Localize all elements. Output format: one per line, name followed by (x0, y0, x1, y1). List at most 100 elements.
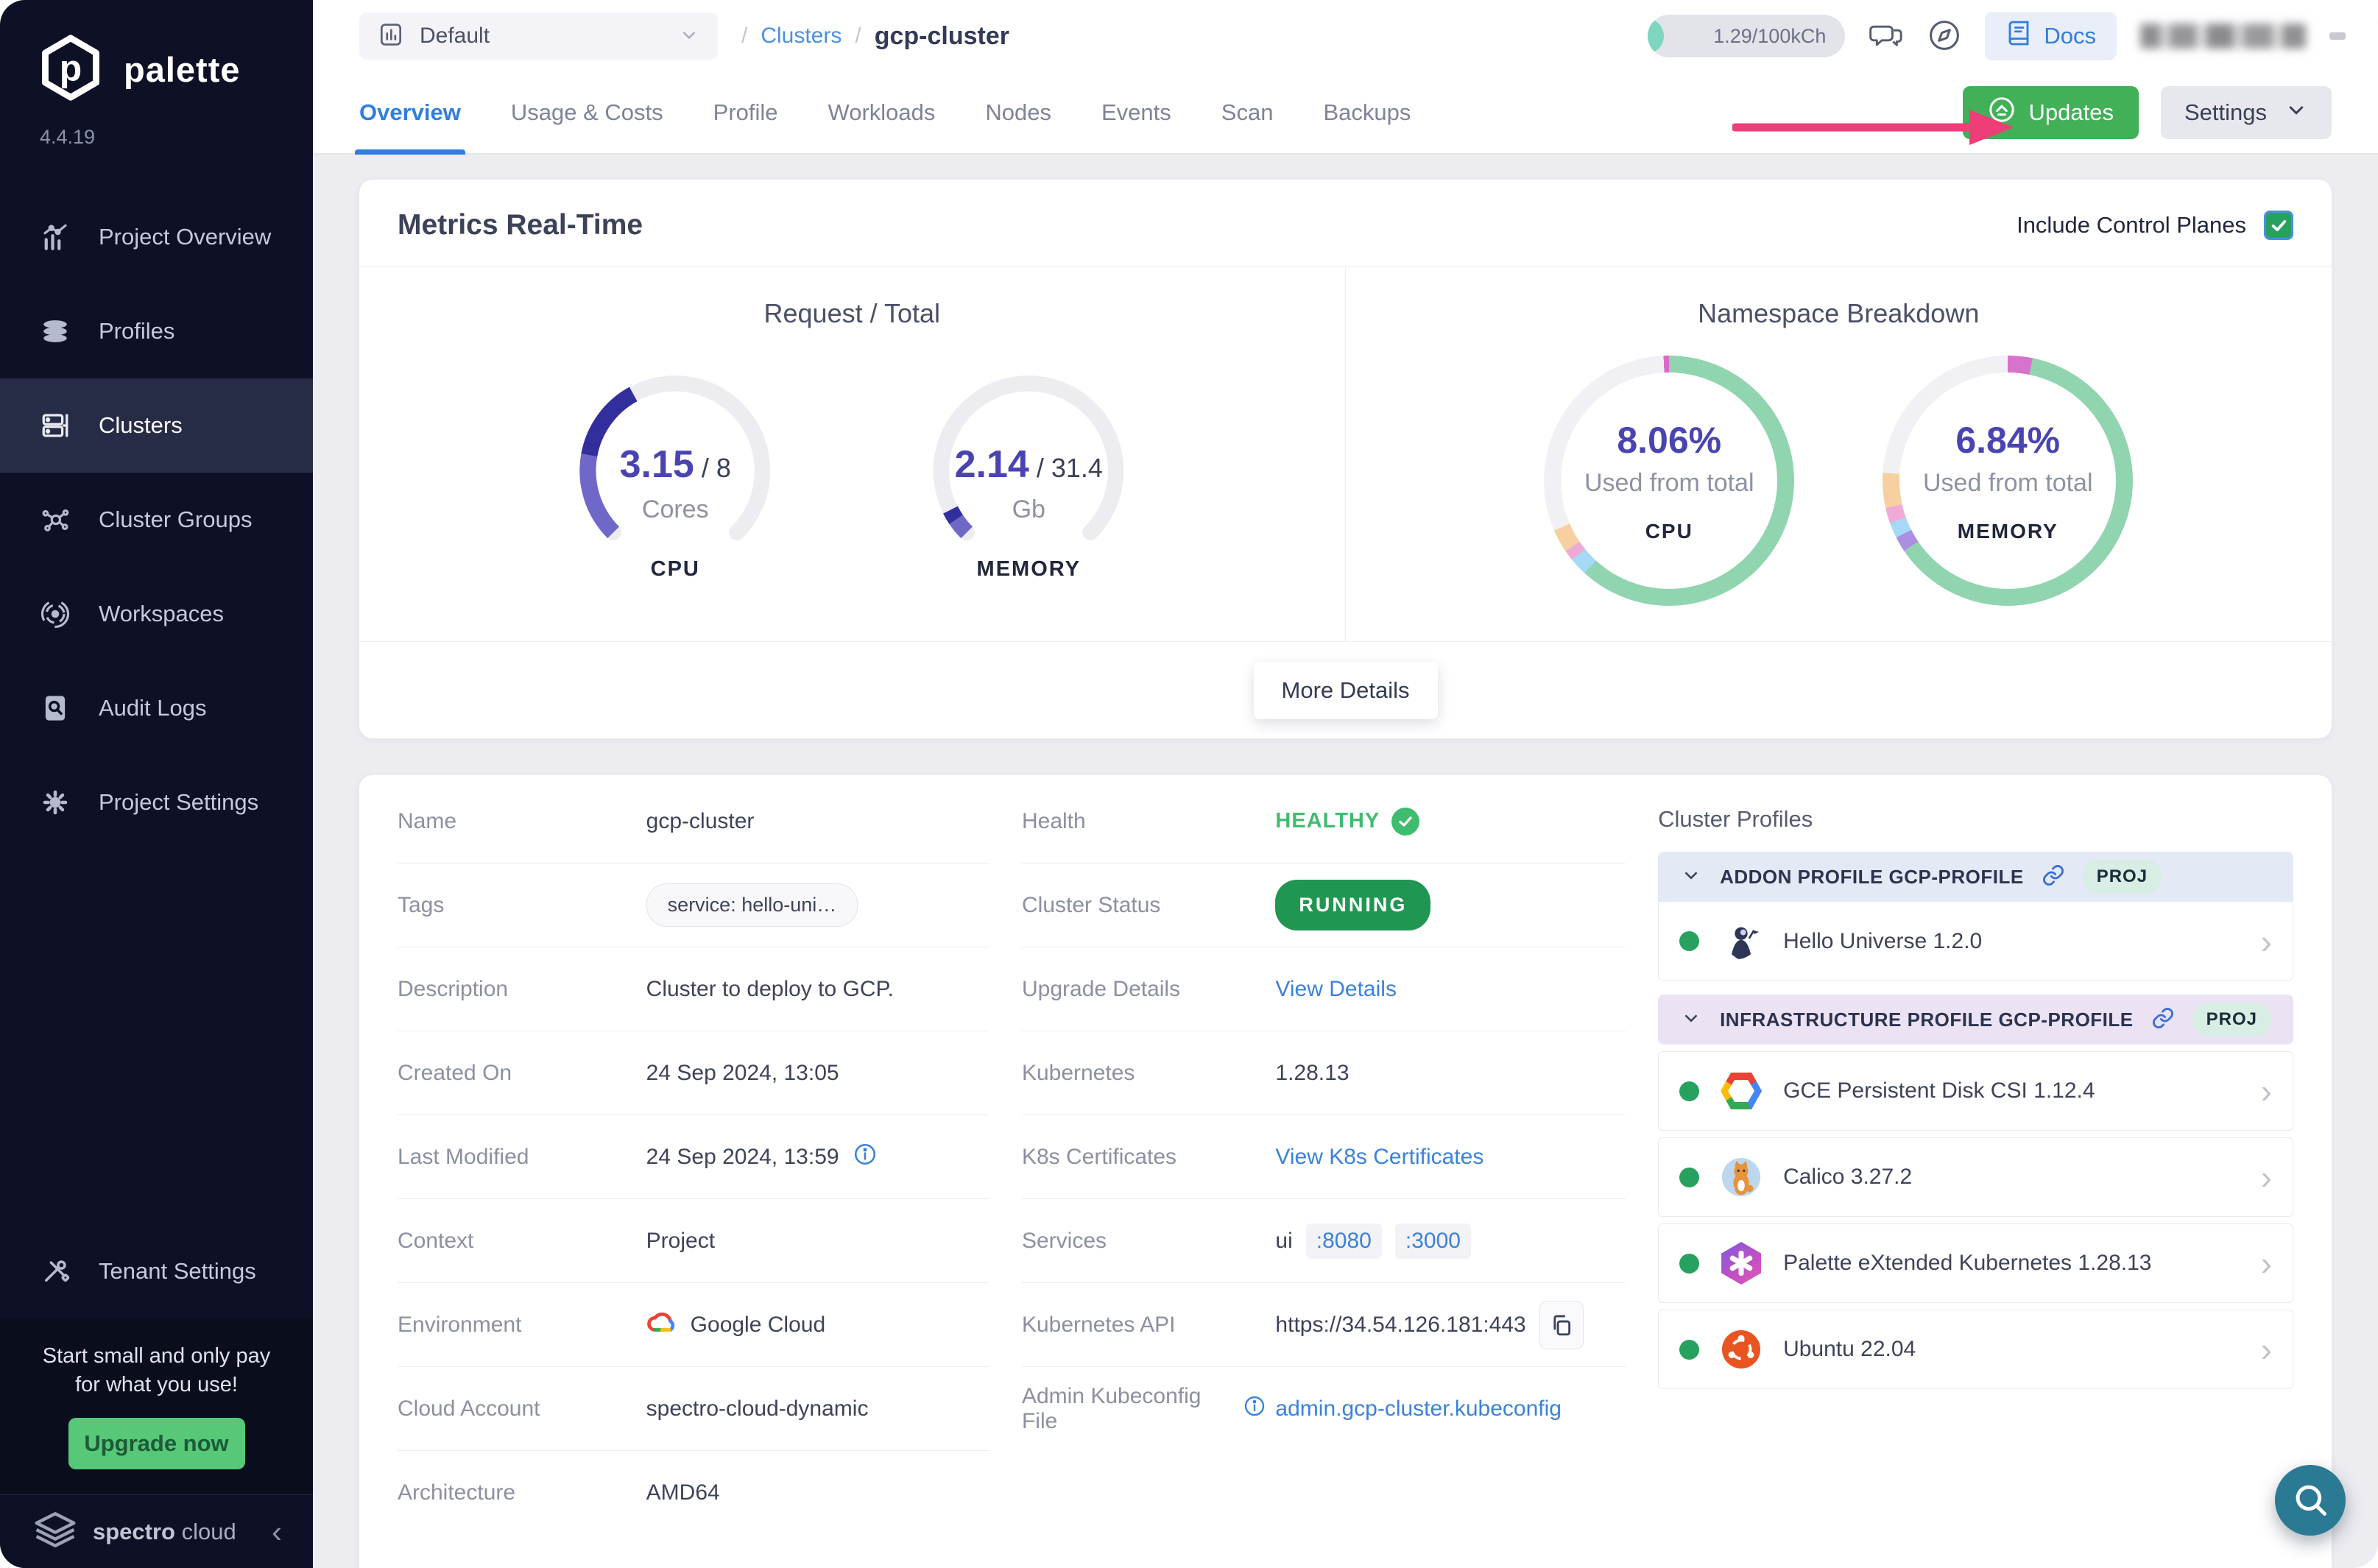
search-fab[interactable] (2275, 1465, 2346, 1536)
updates-icon (1988, 96, 2016, 130)
include-control-planes-label: Include Control Planes (2017, 212, 2246, 238)
sidebar-nav: Project Overview Profiles Clusters Clust… (0, 190, 313, 850)
profile-item-palette-extended-kubernetes[interactable]: Palette eXtended Kubernetes 1.28.13 › (1658, 1223, 2293, 1303)
detail-row-tags: Tags service: hello-uni… (398, 864, 989, 947)
upgrade-now-button[interactable]: Upgrade now (68, 1418, 245, 1469)
copy-button[interactable] (1539, 1300, 1584, 1349)
profile-item-ubuntu[interactable]: Ubuntu 22.04 › (1658, 1310, 2293, 1389)
sidebar-item-tenant-settings[interactable]: Tenant Settings (0, 1224, 313, 1318)
cluster-profiles-panel: Cluster Profiles ADDON PROFILE GCP-PROFI… (1658, 780, 2293, 1568)
tab-actions: Updates Settings (1962, 86, 2378, 139)
tab-backups[interactable]: Backups (1323, 72, 1411, 153)
breadcrumb-separator: / (741, 24, 748, 48)
brand: p palette (0, 0, 313, 105)
collapse-sidebar-icon[interactable]: ‹ (272, 1516, 282, 1547)
brand-name: palette (124, 50, 241, 89)
main-area: Default / Clusters / gcp-cluster 1.29/10… (313, 0, 2378, 1568)
tab-usage-costs[interactable]: Usage & Costs (511, 72, 663, 153)
health-status: HEALTHY (1275, 807, 1420, 836)
sidebar-item-workspaces[interactable]: Workspaces (0, 567, 313, 661)
user-account-menu[interactable] (2140, 24, 2306, 49)
details-column-right: Health HEALTHY Cluster Status RUNNING Up… (1021, 780, 1626, 1568)
memory-gauge: 2.14 / 31.4 Gb MEMORY (907, 356, 1150, 582)
info-icon[interactable] (1243, 1394, 1266, 1424)
more-details-button[interactable]: More Details (1253, 661, 1438, 719)
breadcrumb-clusters-link[interactable]: Clusters (761, 24, 842, 49)
sidebar-item-label: Workspaces (99, 601, 224, 626)
docs-button[interactable]: Docs (1985, 12, 2117, 60)
addon-profile-group: ADDON PROFILE GCP-PROFILE PROJ Hello Uni… (1658, 852, 2293, 981)
sidebar-item-profiles[interactable]: Profiles (0, 284, 313, 378)
server-icon (38, 410, 72, 441)
detail-row-upgrade-details: Upgrade Details View Details (1021, 947, 1626, 1031)
view-certificates-link[interactable]: View K8s Certificates (1275, 1145, 1483, 1170)
sidebar-item-label: Audit Logs (99, 695, 207, 721)
metrics-card: Metrics Real-Time Include Control Planes… (359, 180, 2332, 738)
scope-badge: PROJ (2082, 860, 2162, 894)
tab-events[interactable]: Events (1101, 72, 1171, 153)
project-selector[interactable]: Default (359, 13, 718, 60)
page-title: gcp-cluster (874, 21, 1009, 50)
tab-bar: Overview Usage & Costs Profile Workloads… (313, 72, 2378, 155)
pxk-icon (1720, 1242, 1763, 1285)
detail-row-admin-kubeconfig: Admin Kubeconfig File admin.gcp-cluster.… (1021, 1384, 1562, 1433)
search-icon (2291, 1480, 2329, 1521)
info-icon[interactable] (853, 1142, 878, 1173)
include-control-planes-checkbox[interactable] (2264, 211, 2293, 240)
service-port-3000[interactable]: :3000 (1394, 1223, 1471, 1259)
sidebar-item-clusters[interactable]: Clusters (0, 378, 313, 473)
content: Metrics Real-Time Include Control Planes… (313, 155, 2378, 1568)
detail-row-cluster-status: Cluster Status RUNNING (1021, 864, 1626, 947)
detail-row-services: Services ui :8080 :3000 (1021, 1199, 1626, 1283)
profile-item-gce-pd-csi[interactable]: GCE Persistent Disk CSI 1.12.4 › (1658, 1051, 2293, 1131)
link-icon (2042, 864, 2065, 891)
tab-overview[interactable]: Overview (355, 72, 465, 155)
sidebar-item-label: Profiles (99, 318, 175, 344)
profile-item-calico[interactable]: Calico 3.27.2 › (1658, 1137, 2293, 1217)
gear-icon (38, 787, 72, 818)
topbar: Default / Clusters / gcp-cluster 1.29/10… (313, 0, 2378, 72)
sidebar-item-project-overview[interactable]: Project Overview (0, 190, 313, 284)
updates-button[interactable]: Updates (1962, 86, 2139, 139)
kubeconfig-download-link[interactable]: admin.gcp-cluster.kubeconfig (1275, 1396, 1562, 1422)
check-icon (1391, 807, 1420, 836)
google-cloud-icon (646, 1309, 677, 1341)
request-total-title: Request / Total (763, 298, 940, 328)
explore-button[interactable] (1927, 18, 1961, 54)
settings-button[interactable]: Settings (2160, 86, 2332, 139)
tab-profile[interactable]: Profile (713, 72, 778, 153)
tab-scan[interactable]: Scan (1221, 72, 1274, 153)
sidebar-item-label: Tenant Settings (99, 1258, 256, 1285)
breadcrumb: / Clusters / gcp-cluster (741, 22, 1009, 51)
profile-item-hello-universe[interactable]: Hello Universe 1.2.0 › (1658, 902, 2293, 981)
app-window: p palette 4.4.19 Project Overview Profil… (0, 0, 2378, 1568)
cpu-gauge: 3.15 / 8 Cores CPU (554, 356, 797, 582)
infrastructure-profile-group: INFRASTRUCTURE PROFILE GCP-PROFILE PROJ … (1658, 995, 2293, 1389)
sidebar-item-cluster-groups[interactable]: Cluster Groups (0, 473, 313, 567)
service-port-8080[interactable]: :8080 (1305, 1223, 1382, 1259)
detail-row-kubernetes-api: Kubernetes API https://34.54.126.181:443 (1021, 1283, 1626, 1367)
layers-icon (38, 316, 72, 347)
tag-pill: service: hello-uni… (646, 883, 858, 927)
tab-nodes[interactable]: Nodes (985, 72, 1051, 153)
tools-icon (38, 1256, 72, 1287)
sidebar-item-audit-logs[interactable]: Audit Logs (0, 661, 313, 755)
chevron-down-icon (1680, 1007, 1702, 1033)
tab-workloads[interactable]: Workloads (828, 72, 936, 153)
tabs: Overview Usage & Costs Profile Workloads… (355, 72, 1411, 155)
infrastructure-profile-header[interactable]: INFRASTRUCTURE PROFILE GCP-PROFILE PROJ (1658, 995, 2293, 1045)
chevron-right-icon: › (2260, 1072, 2272, 1110)
addon-profile-header[interactable]: ADDON PROFILE GCP-PROFILE PROJ (1658, 852, 2293, 902)
view-details-link[interactable]: View Details (1275, 977, 1397, 1002)
status-dot (1679, 1339, 1700, 1360)
metrics-title: Metrics Real-Time (398, 209, 643, 241)
scope-badge: PROJ (2192, 1003, 2271, 1036)
details-column-left: Name gcp-cluster Tags service: hello-uni… (398, 780, 989, 1568)
promo-text: Start small and only pay for what you us… (42, 1344, 271, 1396)
chat-button[interactable] (1869, 19, 1904, 54)
svg-text:p: p (60, 47, 82, 88)
status-badge: RUNNING (1275, 880, 1431, 930)
chevron-right-icon: › (2260, 922, 2272, 961)
sidebar-item-project-settings[interactable]: Project Settings (0, 755, 313, 850)
detail-row-architecture: Architecture AMD64 (398, 1480, 720, 1505)
